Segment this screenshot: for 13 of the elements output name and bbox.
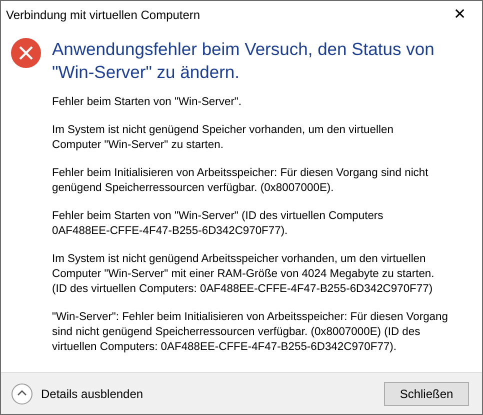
error-message: Im System ist nicht genügend Arbeitsspeicher vorhanden, um den virtuellen Computer "Win-Server" mit einer RAM-Größe von 4024 Megabyte zu starten. (ID des virtuellen Computers: 0AF488EE-CFFE-4F47-B255-6D342C970F77) <box>52 252 436 297</box>
window-title: Verbindung mit virtuellen Computern <box>6 7 200 24</box>
error-message: Fehler beim Initialisieren von Arbeitsspeicher: Für diesen Vorgang sind nicht genügend Speicherressourcen verfügbar. (0x8007000E). <box>52 166 430 196</box>
chevron-icon <box>11 382 33 404</box>
close-button[interactable]: ✕ <box>438 1 482 29</box>
details-toggle[interactable]: Details ausblenden <box>11 382 144 404</box>
error-message: Fehler beim Starten von "Win-Server". <box>52 95 242 110</box>
error-icon <box>11 38 41 68</box>
close-dialog-button[interactable]: Schließen <box>384 382 469 406</box>
error-message: Fehler beim Starten von "Win-Server" (ID des virtuellen Computers 0AF488EE-CFFE-4F47-B255-6D342C970F77). <box>52 209 384 239</box>
error-message: Im System ist nicht genügend Speicher vorhanden, um den virtuellen Computer "Win-Server" zu starten. <box>52 123 394 153</box>
error-message: "Win-Server": Fehler beim Initialisieren von Arbeitsspeicher: Für diesen Vorgang sind nicht genügend Speicherressourcen verfügbar. (0x8007000E) (ID des virtuellen Computers: 0AF488EE-CFFE-4F47-B255-6D342C970F77). <box>52 310 448 355</box>
error-heading: Anwendungsfehler beim Versuch, den Status von "Win-Server" zu ändern. <box>52 38 436 84</box>
